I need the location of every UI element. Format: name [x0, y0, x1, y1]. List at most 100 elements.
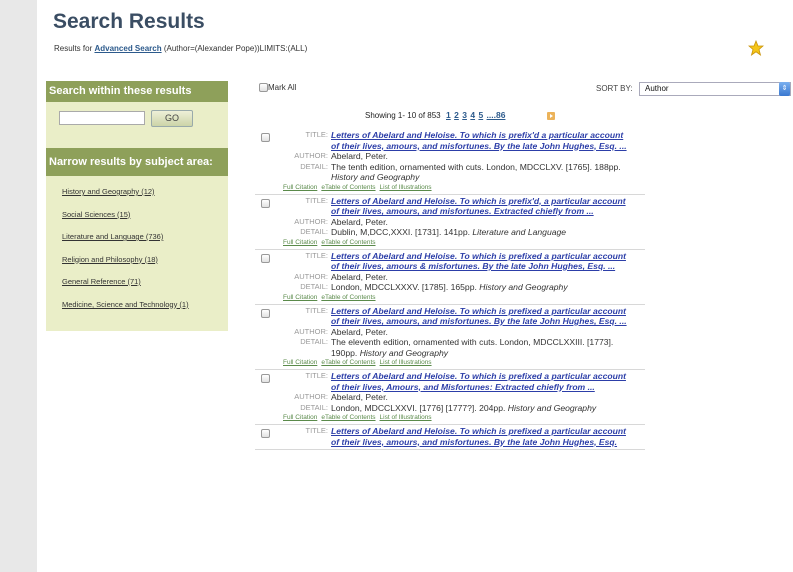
author-label: AUTHOR:	[294, 271, 328, 281]
result-record: TITLE: Letters of Abelard and Heloise. To…	[255, 196, 645, 250]
record-link[interactable]: Full Citation	[283, 294, 317, 301]
page: Search Results Results for Advanced Sear…	[37, 0, 793, 572]
page-link-5[interactable]: 5	[478, 110, 483, 120]
record-link[interactable]: List of Illustrations	[380, 414, 432, 421]
record-link[interactable]: Full Citation	[283, 414, 317, 421]
record-checkbox[interactable]	[261, 429, 270, 438]
result-record: TITLE: Letters of Abelard and Heloise. To…	[255, 130, 645, 195]
record-title-link[interactable]: Letters of Abelard and Heloise. To which…	[331, 426, 626, 447]
record-title-link[interactable]: Letters of Abelard and Heloise. To which…	[331, 196, 626, 217]
record-links: Full Citation eTable of Contents List of I…	[255, 183, 645, 192]
mark-all[interactable]: Mark All	[259, 83, 296, 92]
record-links: Full Citation eTable of Contents List of I…	[255, 413, 645, 422]
subject-link-religion-philosophy[interactable]: Religion and Philosophy (18)	[62, 255, 228, 278]
detail-label: DETAIL:	[300, 161, 328, 171]
search-within-input[interactable]	[59, 111, 145, 125]
record-checkbox[interactable]	[261, 374, 270, 383]
record-checkbox[interactable]	[261, 133, 270, 142]
record-subject: History and Geography	[359, 347, 449, 358]
result-record: TITLE: Letters of Abelard and Heloise. To…	[255, 306, 645, 370]
subject-link-general-reference[interactable]: General Reference (71)	[62, 277, 228, 300]
record-detail-text: Dublin, M,DCC,XXXI. [1731]. 141pp.	[331, 227, 471, 237]
mark-all-checkbox[interactable]	[259, 83, 268, 92]
page-link-4[interactable]: 4	[470, 110, 475, 120]
subject-link-social-sciences[interactable]: Social Sciences (15)	[62, 210, 228, 233]
results-for-prefix: Results for	[54, 44, 95, 53]
sort-select[interactable]: Author ⇕	[639, 82, 791, 96]
pagination: 1 2 3 4 5 ....86	[446, 110, 506, 120]
record-checkbox[interactable]	[261, 308, 270, 318]
next-page-icon[interactable]	[547, 112, 555, 120]
results-count: Showing 1- 10 of 853	[365, 111, 441, 120]
detail-label: DETAIL:	[300, 402, 328, 412]
record-subject: Literature and Language	[472, 227, 567, 237]
page-link-last[interactable]: ....86	[487, 110, 506, 120]
page-link-2[interactable]: 2	[454, 110, 459, 120]
record-link[interactable]: List of Illustrations	[380, 359, 432, 366]
record-author: Abelard, Peter.	[331, 216, 388, 227]
result-record: TITLE: Letters of Abelard and Heloise. To…	[255, 251, 645, 305]
author-label: AUTHOR:	[294, 216, 328, 226]
record-title-link[interactable]: Letters of Abelard and Heloise. To which…	[331, 306, 627, 327]
sort-by-label: SORT BY:	[596, 84, 633, 93]
select-arrows-icon[interactable]: ⇕	[779, 82, 790, 96]
result-record: TITLE: Letters of Abelard and Heloise. To…	[255, 426, 645, 450]
results-list: TITLE: Letters of Abelard and Heloise. To…	[255, 130, 645, 451]
search-criteria: (Author=(Alexander Pope))LIMITS:(ALL)	[161, 44, 308, 53]
detail-label: DETAIL:	[300, 227, 328, 236]
mark-all-label: Mark All	[268, 83, 297, 92]
record-link[interactable]: Full Citation	[283, 184, 317, 191]
record-detail: The tenth edition, ornamented with cuts.…	[331, 162, 631, 183]
record-detail-text: The tenth edition, ornamented with cuts.…	[331, 161, 621, 172]
record-link[interactable]: Full Citation	[283, 239, 317, 246]
record-detail: Dublin, M,DCC,XXXI. [1731]. 141pp. Liter…	[331, 227, 631, 238]
record-title-link[interactable]: Letters of Abelard and Heloise. To which…	[331, 371, 626, 392]
narrow-results-heading: Narrow results by subject area:	[46, 148, 228, 176]
record-link[interactable]: eTable of Contents	[321, 359, 375, 366]
record-links: Full Citation eTable of Contents	[255, 293, 645, 302]
record-links: Full Citation eTable of Contents List of I…	[255, 358, 645, 367]
record-subject: History and Geography	[507, 402, 597, 413]
search-within-heading: Search within these results	[46, 81, 228, 102]
sidebar: Search within these results GO Narrow re…	[46, 81, 228, 331]
result-record: TITLE: Letters of Abelard and Heloise. To…	[255, 371, 645, 425]
subject-list: History and Geography (12) Social Scienc…	[46, 176, 228, 322]
record-detail-text: London, MDCCLXXXV. [1785]. 165pp.	[331, 282, 477, 292]
record-author: Abelard, Peter.	[331, 151, 388, 161]
record-link[interactable]: eTable of Contents	[321, 184, 375, 191]
author-label: AUTHOR:	[294, 151, 328, 160]
record-link[interactable]: eTable of Contents	[321, 294, 375, 301]
record-detail: London, MDCCLXXXV. [1785]. 165pp. Histor…	[331, 282, 631, 293]
record-subject: History and Geography	[331, 172, 420, 182]
author-label: AUTHOR:	[294, 392, 328, 401]
record-checkbox[interactable]	[261, 198, 270, 208]
record-subject: History and Geography	[479, 282, 568, 292]
sort-selected-value: Author	[645, 84, 669, 93]
search-summary: Results for Advanced Search (Author=(Ale…	[54, 44, 307, 53]
subject-link-literature-language[interactable]: Literature and Language (736)	[62, 232, 228, 255]
record-detail: London, MDCCLXXVI. [1776] [1777?]. 204pp…	[331, 403, 631, 414]
record-detail: The eleventh edition, ornamented with cu…	[331, 337, 631, 358]
detail-label: DETAIL:	[300, 337, 328, 346]
advanced-search-link[interactable]: Advanced Search	[94, 44, 161, 53]
record-detail-text: London, MDCCLXXVI. [1776] [1777?]. 204pp…	[331, 402, 506, 413]
record-links: Full Citation eTable of Contents	[255, 238, 645, 247]
record-author: Abelard, Peter.	[331, 326, 388, 337]
star-icon[interactable]	[748, 40, 764, 56]
subject-link-medicine-science[interactable]: Medicine, Science and Technology (1)	[62, 300, 228, 323]
subject-link-history-geography[interactable]: History and Geography (12)	[62, 187, 228, 210]
record-link[interactable]: Full Citation	[283, 359, 317, 366]
record-link[interactable]: List of Illustrations	[380, 184, 432, 191]
page-title: Search Results	[53, 10, 205, 33]
record-title-link[interactable]: Letters of Abelard and Heloise. To which…	[331, 130, 627, 151]
detail-label: DETAIL:	[300, 282, 328, 291]
record-author: Abelard, Peter.	[331, 392, 388, 402]
record-author: Abelard, Peter.	[331, 271, 388, 282]
record-title-link[interactable]: Letters of Abelard and Heloise. To which…	[331, 251, 626, 272]
record-link[interactable]: eTable of Contents	[321, 239, 375, 246]
record-checkbox[interactable]	[261, 253, 270, 263]
page-link-1[interactable]: 1	[446, 110, 451, 120]
page-link-3[interactable]: 3	[462, 110, 467, 120]
record-link[interactable]: eTable of Contents	[321, 414, 375, 421]
go-button[interactable]: GO	[151, 110, 193, 127]
